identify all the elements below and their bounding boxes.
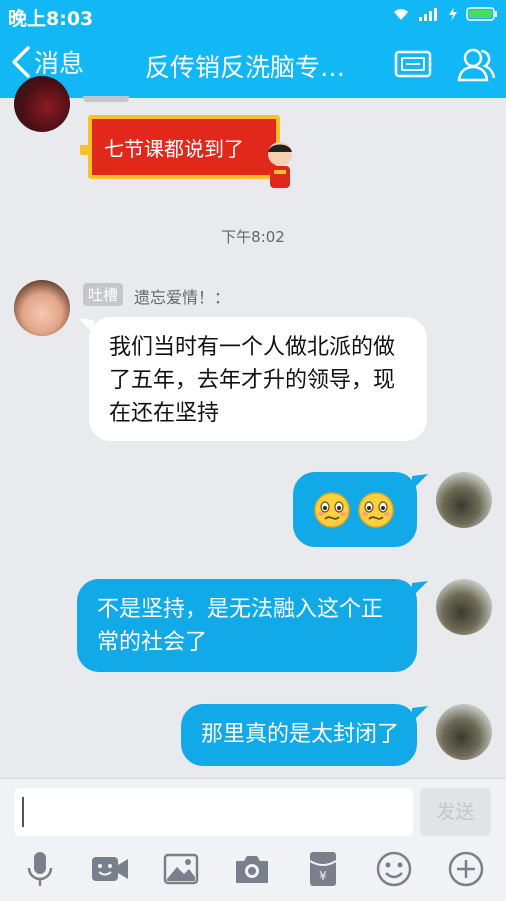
incoming-line-2: 了五年，去年才升的领导，现 <box>109 368 396 393</box>
timestamp: 下午8:02 <box>221 228 285 246</box>
incoming-line-3: 在还在坚持 <box>109 401 220 426</box>
chevron-left-icon <box>12 46 30 78</box>
battery-icon <box>466 7 497 21</box>
outgoing-bubble-tail <box>412 706 428 722</box>
red-packet-icon[interactable]: ¥ <box>303 849 343 889</box>
send-button[interactable]: 发送 <box>420 788 491 836</box>
embarrassed-emoji-icon <box>314 492 350 528</box>
plus-icon[interactable] <box>446 849 486 889</box>
signal-icon <box>419 8 437 21</box>
chat-title: 反传销反洗脑专… <box>145 53 346 82</box>
sticker-text: 七节课都说到了 <box>104 137 244 161</box>
emoji-icon[interactable] <box>374 849 414 889</box>
incoming-bubble-tail <box>78 318 94 334</box>
sticker-banner: 七节课都说到了 <box>80 115 280 179</box>
image-icon[interactable] <box>161 849 201 889</box>
gray-tag-partial <box>83 96 129 102</box>
outgoing-emoji-bubble[interactable] <box>293 472 417 547</box>
video-icon[interactable] <box>90 849 130 889</box>
wifi-icon <box>394 9 408 20</box>
outgoing-bubble-tail <box>412 581 428 597</box>
outgoing-2-line-2: 常的社会了 <box>97 630 208 655</box>
incoming-bubble[interactable]: 我们当时有一个人做北派的做 了五年，去年才升的领导，现 在还在坚持 <box>89 317 427 441</box>
avatar-self-1[interactable] <box>436 472 492 528</box>
avatar-self-3[interactable] <box>436 704 492 760</box>
message-input[interactable] <box>14 788 413 836</box>
status-icons <box>392 6 498 22</box>
back-label: 消息 <box>34 49 85 78</box>
text-caret <box>22 797 24 827</box>
mic-icon[interactable] <box>20 849 60 889</box>
outgoing-bubble-2[interactable]: 不是坚持，是无法融入这个正 常的社会了 <box>77 579 417 672</box>
charging-icon <box>449 7 457 21</box>
outgoing-3-text: 那里真的是太封闭了 <box>201 722 400 747</box>
sticker-face-icon <box>268 142 292 188</box>
group-members-icon[interactable] <box>455 42 497 86</box>
svg-text:¥: ¥ <box>319 869 327 883</box>
incoming-tag: 吐槽 <box>83 283 124 306</box>
outgoing-bubble-tail <box>412 474 428 490</box>
avatar-top-partial[interactable] <box>14 76 70 132</box>
group-card-icon[interactable] <box>393 42 433 86</box>
camera-icon[interactable] <box>232 849 272 889</box>
outgoing-bubble-3[interactable]: 那里真的是太封闭了 <box>181 704 417 766</box>
incoming-sender: 遗忘爱情！： <box>134 288 231 307</box>
status-bar: 晚上8:03 <box>0 0 506 32</box>
outgoing-2-line-1: 不是坚持，是无法融入这个正 <box>97 597 384 622</box>
avatar-self-2[interactable] <box>436 579 492 635</box>
back-button[interactable]: 消息 <box>10 44 84 80</box>
embarrassed-emoji-icon <box>358 492 394 528</box>
incoming-line-1: 我们当时有一个人做北派的做 <box>109 335 396 360</box>
status-time: 晚上8:03 <box>8 8 94 30</box>
chat-header: 消息 反传销反洗脑专… <box>0 32 506 98</box>
input-bar: 发送 ¥ <box>0 778 506 901</box>
avatar-incoming[interactable] <box>14 280 70 336</box>
